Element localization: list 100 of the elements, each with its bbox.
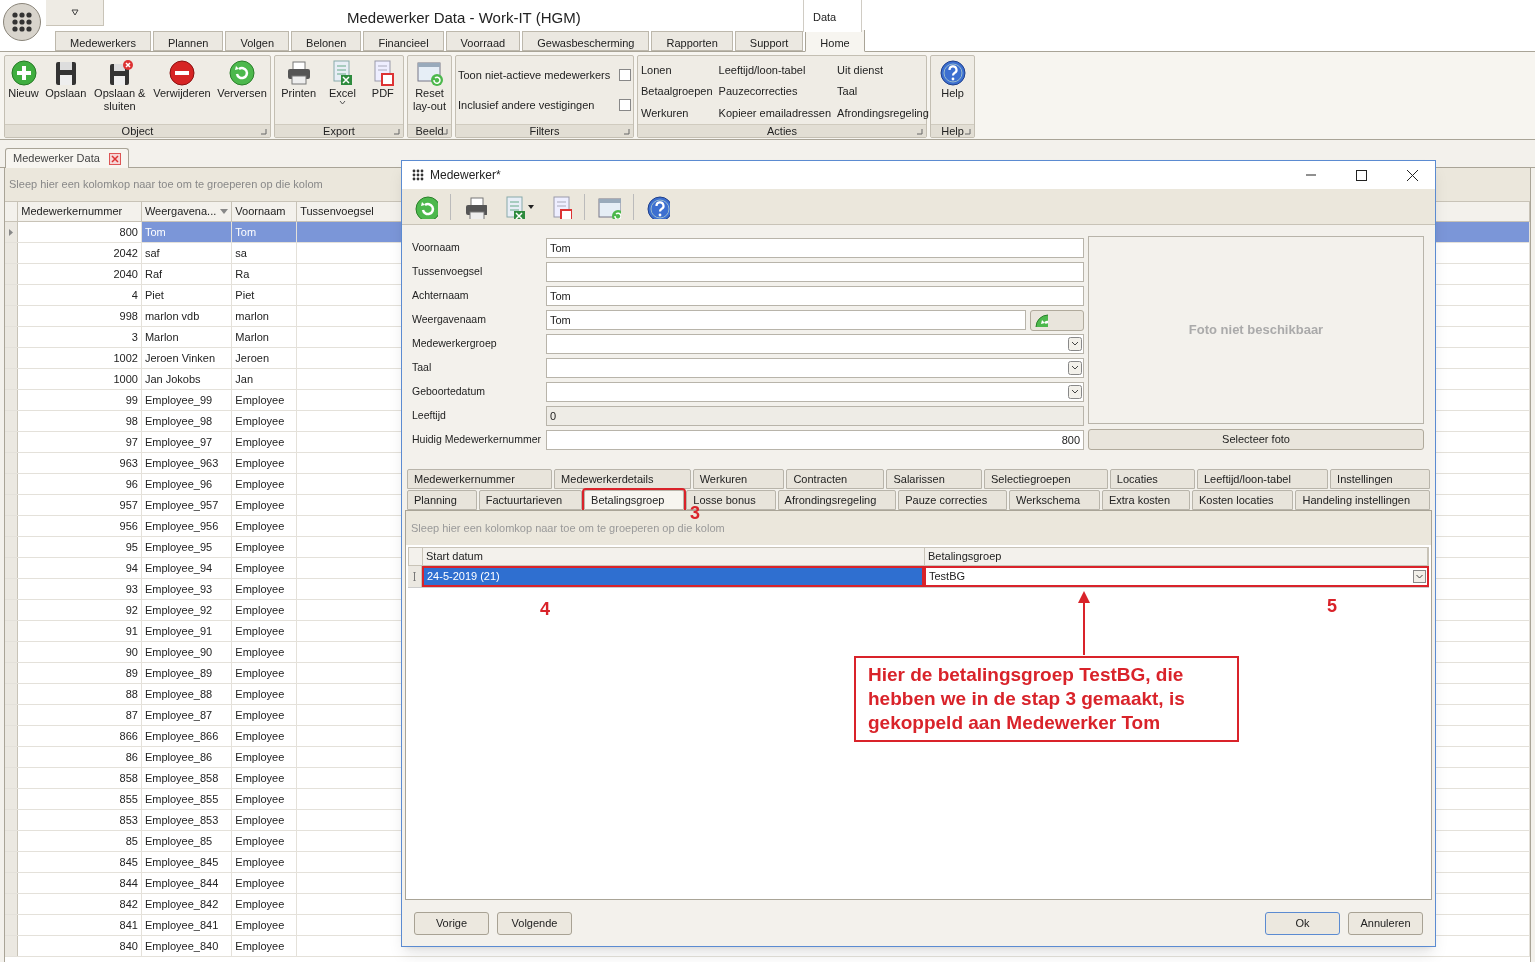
ribbon-link[interactable]: Uit dienst xyxy=(837,61,929,79)
row-indicator[interactable] xyxy=(5,306,19,326)
tab[interactable]: Leeftijd/loon-tabel xyxy=(1197,469,1329,489)
row-indicator[interactable] xyxy=(5,684,19,704)
dropdown-field[interactable] xyxy=(546,334,1084,354)
dropdown-field[interactable]: TestBG xyxy=(924,566,1429,587)
ribbon-link[interactable]: Werkuren xyxy=(641,104,713,122)
row-indicator[interactable] xyxy=(5,705,19,725)
column-header[interactable]: Voornaam xyxy=(232,202,298,221)
ribbon-button[interactable]: Excel xyxy=(327,56,358,124)
row-indicator[interactable] xyxy=(5,831,19,851)
ribbon-tab[interactable]: Rapporten xyxy=(651,31,733,51)
row-indicator[interactable] xyxy=(5,390,19,410)
input-field[interactable]: Tom xyxy=(546,310,1026,330)
row-indicator[interactable] xyxy=(5,768,19,788)
row-indicator[interactable] xyxy=(408,566,422,587)
ribbon-button[interactable]: Nieuw xyxy=(7,56,40,124)
dialog-button[interactable]: Ok xyxy=(1265,911,1340,935)
row-indicator[interactable] xyxy=(5,264,19,284)
row-indicator[interactable] xyxy=(5,747,19,767)
row-indicator[interactable] xyxy=(5,558,19,578)
row-indicator[interactable] xyxy=(5,600,19,620)
dialog-button[interactable]: Vorige xyxy=(414,911,489,935)
row-indicator[interactable] xyxy=(5,642,19,662)
tab[interactable]: Afrondingsregeling xyxy=(777,490,897,510)
tab[interactable]: Contracten xyxy=(786,469,885,489)
input-field[interactable]: Tom xyxy=(546,238,1084,258)
row-indicator[interactable] xyxy=(5,537,19,557)
row-indicator[interactable] xyxy=(5,810,19,830)
row-indicator[interactable] xyxy=(5,663,19,683)
row-indicator[interactable] xyxy=(5,453,19,473)
row-indicator[interactable] xyxy=(5,579,19,599)
input-field[interactable] xyxy=(546,262,1084,282)
dialog-button[interactable]: Volgende xyxy=(497,911,572,935)
tab[interactable]: Handeling instellingen xyxy=(1295,490,1430,510)
row-indicator[interactable] xyxy=(5,411,19,431)
tab[interactable]: Factuurtarieven xyxy=(478,490,583,510)
ribbon-link[interactable]: Pauzecorrecties xyxy=(718,83,832,100)
ribbon-button[interactable]: Reset lay-out xyxy=(408,56,451,124)
row-indicator[interactable] xyxy=(5,432,19,452)
ribbon-link[interactable]: Lonen xyxy=(641,61,713,79)
tab[interactable]: Selectiegroepen xyxy=(984,469,1108,489)
ribbon-tab[interactable]: Plannen xyxy=(153,31,224,51)
row-indicator[interactable] xyxy=(5,327,19,347)
ribbon-tab[interactable]: Voorraad xyxy=(445,31,521,51)
row-indicator[interactable] xyxy=(5,369,19,389)
ribbon-button[interactable]: Opslaan & sluiten xyxy=(91,56,148,124)
tab[interactable]: Locaties xyxy=(1109,469,1195,489)
input-field[interactable]: 800 xyxy=(546,430,1084,450)
tab[interactable]: Extra kosten xyxy=(1101,490,1190,510)
row-indicator[interactable] xyxy=(5,243,19,263)
row-indicator[interactable] xyxy=(5,621,19,641)
ribbon-button[interactable]: Help xyxy=(937,56,968,124)
table-cell[interactable]: 24-5-2019 (21) xyxy=(422,566,924,587)
ribbon-link[interactable]: Afrondingsregeling xyxy=(837,104,929,122)
ribbon-button[interactable]: Opslaan xyxy=(44,56,88,124)
ribbon-tab[interactable]: Financieel xyxy=(363,31,444,51)
row-indicator[interactable] xyxy=(5,894,19,914)
document-tab[interactable]: Medewerker Data xyxy=(5,148,129,168)
tab[interactable]: Planning xyxy=(407,490,477,510)
tab[interactable]: Betalingsgroep xyxy=(584,490,685,510)
tab[interactable]: Werkuren xyxy=(692,469,785,489)
tab[interactable]: Pauze correcties xyxy=(898,490,1008,510)
checkbox[interactable] xyxy=(619,69,631,81)
row-indicator[interactable] xyxy=(5,222,19,242)
dialog-button[interactable]: Annuleren xyxy=(1348,911,1423,935)
column-header[interactable]: Betalingsgroep xyxy=(925,548,1428,565)
tab[interactable]: Medewerkerdetails xyxy=(554,469,691,489)
refresh-button[interactable] xyxy=(1030,309,1084,331)
ribbon-button[interactable]: Verversen xyxy=(216,56,268,124)
row-indicator[interactable] xyxy=(5,495,19,515)
select-photo-button[interactable]: Selecteer foto xyxy=(1088,429,1424,450)
row-indicator[interactable] xyxy=(5,936,19,956)
row-indicator[interactable] xyxy=(5,516,19,536)
row-indicator[interactable] xyxy=(5,915,19,935)
ribbon-tab[interactable]: Support xyxy=(734,31,804,51)
ribbon-tab[interactable]: Belonen xyxy=(291,31,362,51)
tab[interactable]: Medewerkernummer xyxy=(407,469,553,489)
ribbon-link[interactable]: Leeftijd/loon-tabel xyxy=(718,61,832,79)
column-header[interactable]: Start datum xyxy=(423,548,925,565)
tab[interactable]: Instellingen xyxy=(1330,469,1430,489)
row-indicator[interactable] xyxy=(5,852,19,872)
app-menu-button[interactable] xyxy=(3,3,41,41)
ribbon-link[interactable]: Betaalgroepen xyxy=(641,83,713,100)
ribbon-button[interactable]: Verwijderen xyxy=(152,56,212,124)
tab[interactable]: Salarissen xyxy=(886,469,983,489)
ribbon-tab[interactable]: Medewerkers xyxy=(55,31,152,51)
ribbon-button[interactable]: PDF xyxy=(367,56,398,124)
row-indicator[interactable] xyxy=(5,285,19,305)
row-indicator[interactable] xyxy=(5,348,19,368)
ribbon-tab[interactable]: Gewasbescherming xyxy=(522,31,650,51)
row-indicator[interactable] xyxy=(5,789,19,809)
row-indicator[interactable] xyxy=(5,726,19,746)
ribbon-link[interactable]: Kopieer emailadressen xyxy=(718,104,832,122)
ribbon-button[interactable]: Printen xyxy=(280,56,318,124)
tab[interactable]: Werkschema xyxy=(1009,490,1100,510)
dropdown-field[interactable] xyxy=(546,382,1084,402)
tab[interactable]: Kosten locaties xyxy=(1191,490,1294,510)
row-indicator[interactable] xyxy=(5,474,19,494)
row-indicator[interactable] xyxy=(5,873,19,893)
